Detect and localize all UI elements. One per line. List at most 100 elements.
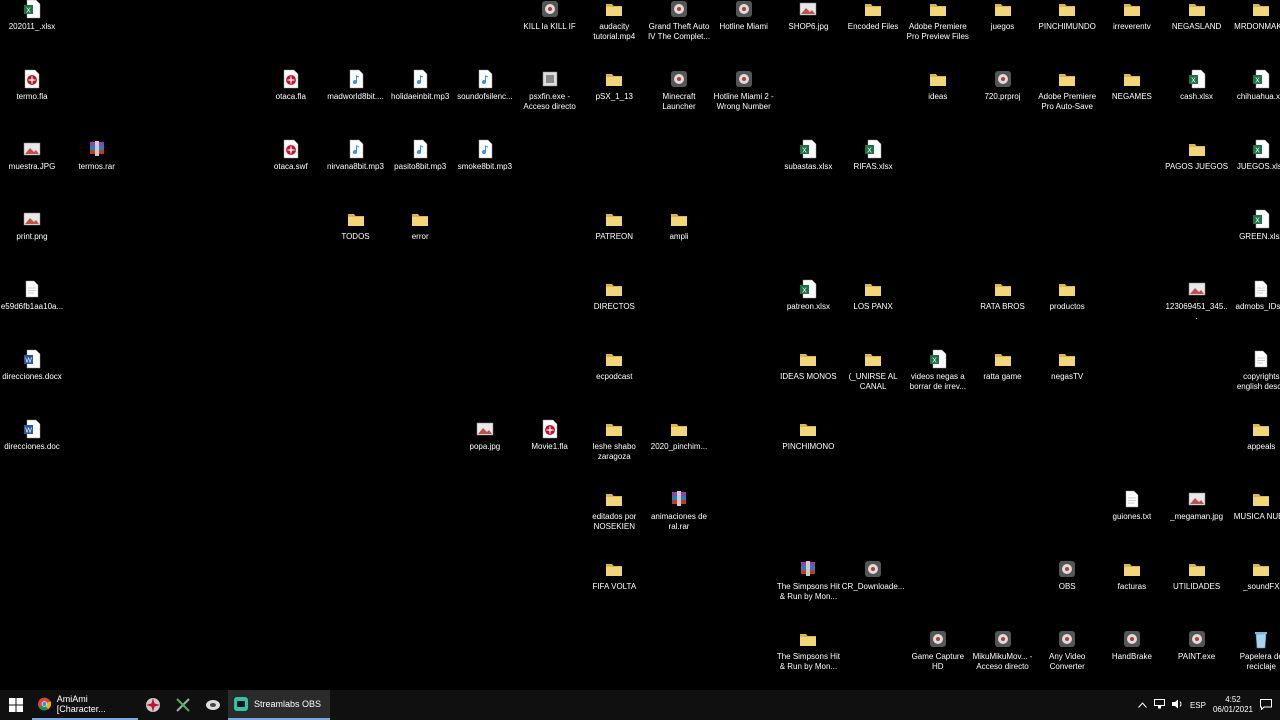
desktop-icon[interactable]: PATREON [582, 210, 646, 270]
desktop-icon[interactable]: Papelera de reciclaje [1229, 630, 1280, 690]
desktop-icon[interactable]: pasito8bit.mp3 [388, 139, 452, 200]
desktop-icon[interactable]: guiones.txt [1100, 490, 1164, 550]
desktop-icon[interactable]: Xpatreon.xlsx [776, 279, 840, 340]
desktop-icon[interactable]: Grand Theft Auto IV The Complet... [647, 0, 711, 60]
desktop-icon[interactable]: NEGAMES [1100, 70, 1164, 130]
desktop-icon[interactable]: muestra.JPG [0, 140, 64, 200]
desktop-icon[interactable]: Xvideos negas a borrar de irrev... [906, 349, 970, 410]
desktop-icon[interactable]: Game Capture HD [906, 630, 970, 690]
desktop-icon[interactable]: UTILIDADES [1165, 560, 1229, 620]
desktop-icon[interactable]: PAINT.exe [1165, 630, 1229, 690]
desktop-icon[interactable]: Xchihuahua.xls [1229, 69, 1280, 130]
desktop-icon[interactable]: (_UNIRSE AL CANAL [841, 350, 905, 410]
desktop-icon[interactable]: DIRECTOS [582, 280, 646, 340]
desktop-icon[interactable]: Minecraft Launcher [647, 70, 711, 130]
desktop-icon[interactable]: Hotline Miami [712, 0, 776, 60]
desktop-icon[interactable]: print.png [0, 210, 64, 270]
desktop-icon[interactable]: Wdirecciones.docx [0, 349, 64, 410]
desktop-icon[interactable]: error [388, 210, 452, 270]
desktop-icon[interactable]: Wdirecciones.doc [0, 419, 64, 480]
desktop-icon[interactable]: _soundFX [1229, 560, 1280, 620]
desktop-icon-label: DIRECTOS [593, 302, 635, 311]
desktop-icon[interactable]: facturas [1100, 560, 1164, 620]
desktop-icon[interactable]: soundofsilenc... [453, 69, 517, 130]
desktop-icon[interactable]: _megaman.jpg [1165, 490, 1229, 550]
desktop-icon[interactable]: SHOP6.jpg [776, 0, 840, 60]
taskbar-app[interactable] [198, 690, 228, 720]
desktop-icon[interactable]: IDEAS MONOS [776, 350, 840, 410]
volume-icon[interactable] [1171, 699, 1183, 711]
desktop-icon[interactable]: PINCHIMONO [776, 420, 840, 480]
network-icon[interactable] [1153, 699, 1165, 711]
chevron-up-icon[interactable] [1138, 701, 1147, 710]
desktop-icon[interactable]: MRDONMAKIL [1229, 0, 1280, 60]
desktop-icon[interactable]: CR_Downloade... [841, 560, 905, 620]
taskbar-chrome[interactable]: AmiAmi [Character... [32, 690, 138, 720]
desktop-icon[interactable]: juegos [971, 0, 1035, 60]
desktop-icon[interactable]: HandBrake [1100, 630, 1164, 690]
desktop-icon[interactable]: Adobe Premiere Pro Preview Files [906, 0, 970, 60]
desktop-icon[interactable]: animaciones de ral.rar [647, 490, 711, 550]
desktop-icon[interactable]: Movie1.fla [518, 419, 582, 480]
desktop-icon[interactable]: OBS [1035, 560, 1099, 620]
desktop-icon[interactable]: termo.fla [0, 69, 64, 130]
taskbar-tools[interactable] [168, 690, 198, 720]
desktop-icon[interactable]: termos.rar [65, 140, 129, 200]
start-button[interactable] [0, 690, 32, 720]
desktop-icon[interactable]: productos [1035, 280, 1099, 340]
desktop-icon[interactable]: leshe shabo zaragoza [582, 420, 646, 480]
desktop-icon[interactable]: FIFA VOLTA [582, 560, 646, 620]
desktop-icon[interactable]: X 202011_.xlsx [0, 0, 64, 60]
desktop-icon[interactable]: RATA BROS [971, 280, 1035, 340]
desktop-icon[interactable]: Xsubastas.xlsx [776, 139, 840, 200]
desktop-icon[interactable]: The Simpsons Hit & Run by Mon... [776, 560, 840, 620]
app-icon [734, 0, 754, 19]
desktop-icon[interactable]: admobs_IDs.b [1229, 280, 1280, 340]
desktop-icon[interactable]: KILL la KILL IF [518, 0, 582, 60]
desktop-icon[interactable]: ecpodcast [582, 350, 646, 410]
desktop-icon[interactable]: ampli [647, 210, 711, 270]
desktop-icon[interactable]: Adobe Premiere Pro Auto-Save [1035, 70, 1099, 130]
desktop-icon[interactable]: Xcash.xlsx [1165, 69, 1229, 130]
desktop-icon[interactable]: Hotline Miami 2 - Wrong Number [712, 70, 776, 130]
desktop-icon[interactable]: pSX_1_13 [582, 70, 646, 130]
desktop-icon[interactable]: 123069451_345... [1165, 280, 1229, 340]
desktop-icon[interactable]: 2020_pinchim... [647, 420, 711, 480]
desktop-icon[interactable]: audacity tutorial.mp4 [582, 0, 646, 60]
desktop-icon[interactable]: e59d6fb1aa10a... [0, 280, 64, 340]
desktop-icon[interactable]: TODOS [324, 210, 388, 270]
desktop-icon[interactable]: ratta game [971, 350, 1035, 410]
desktop-icon[interactable]: X GREEN.xlsx [1229, 209, 1280, 270]
desktop-icon[interactable]: 720.prproj [971, 70, 1035, 130]
desktop-icon[interactable]: X RIFAS.xlsx [841, 139, 905, 200]
desktop-icon[interactable]: otaca.fla [259, 69, 323, 130]
desktop-icon[interactable]: PINCHIMUNDO [1035, 0, 1099, 60]
desktop-icon[interactable]: Any Video Converter [1035, 630, 1099, 690]
desktop-icon[interactable]: madworld8bit.... [324, 69, 388, 130]
notifications-icon[interactable] [1260, 698, 1272, 712]
desktop-icon[interactable]: PAGOS JUEGOS [1165, 140, 1229, 200]
desktop-icon[interactable]: nirvana8bit.mp3 [324, 139, 388, 200]
desktop-icon[interactable]: holidaeinbit.mp3 [388, 69, 452, 130]
desktop-icon[interactable]: ideas [906, 70, 970, 130]
desktop-icon[interactable]: popa.jpg [453, 420, 517, 480]
desktop-icon[interactable]: X JUEGOS.xlsx [1229, 139, 1280, 200]
desktop-icon[interactable]: MUSICA NUEV [1229, 490, 1280, 550]
desktop-icon[interactable]: otaca.swf [259, 139, 323, 200]
taskbar-flash[interactable] [138, 690, 168, 720]
clock[interactable]: 4:52 06/01/2021 [1213, 695, 1253, 715]
desktop-icon[interactable]: smoke8bit.mp3 [453, 139, 517, 200]
desktop-icon[interactable]: editados por NOSEKIEN [582, 490, 646, 550]
desktop-icon[interactable]: Encoded Files [841, 0, 905, 60]
desktop-icon[interactable]: LOS PANX [841, 280, 905, 340]
desktop-icon[interactable]: appeals [1229, 420, 1280, 480]
desktop-icon[interactable]: negasTV [1035, 350, 1099, 410]
desktop-icon[interactable]: The Simpsons Hit & Run by Mon... [776, 630, 840, 690]
language-indicator[interactable]: ESP [1190, 701, 1206, 710]
desktop-icon[interactable]: NEGASLAND [1165, 0, 1229, 60]
desktop-icon[interactable]: MikuMikuMov... - Acceso directo [971, 630, 1035, 690]
desktop-icon[interactable]: psxfin.exe - Acceso directo [518, 70, 582, 130]
taskbar-streamlabs[interactable]: Streamlabs OBS [228, 690, 330, 720]
desktop-icon[interactable]: irreverentv [1100, 0, 1164, 60]
desktop-icon[interactable]: copyrights english descr. [1229, 350, 1280, 410]
